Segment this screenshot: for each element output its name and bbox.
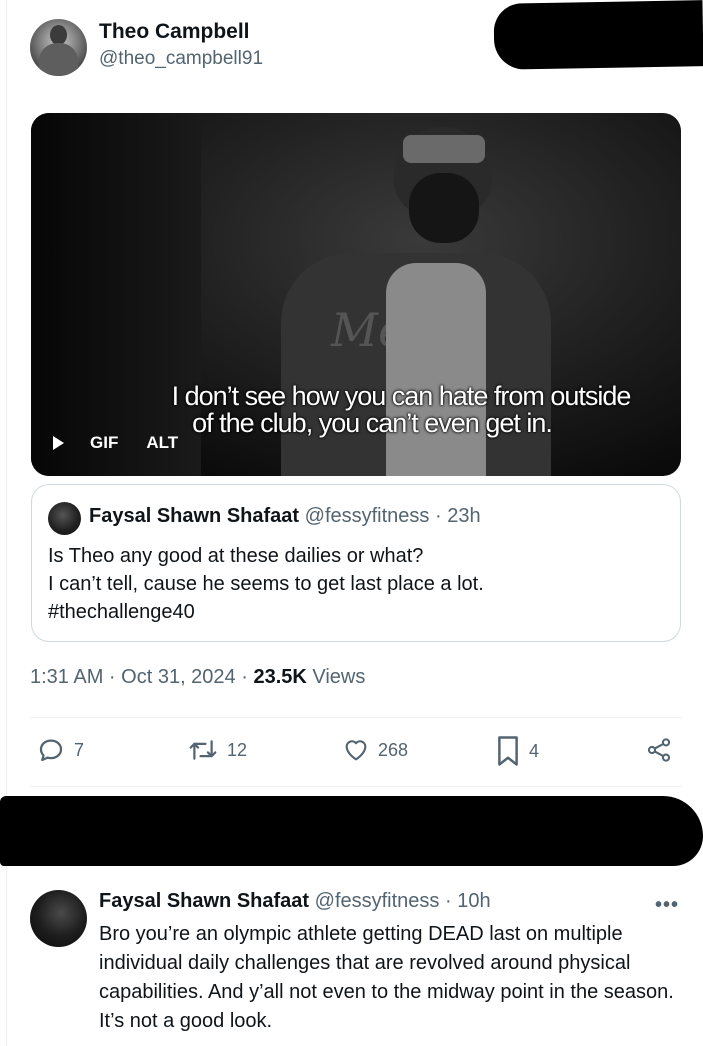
quote-line: Is Theo any good at these dailies or wha…	[48, 545, 424, 567]
media-figure-glasses	[403, 135, 485, 163]
post-timestamp: 1:31 AM · Oct 31, 2024 · 23.5K Views	[30, 666, 365, 689]
reply-header: Faysal Shawn Shafaat @fessyfitness · 10h	[99, 890, 491, 913]
quote-header: Faysal Shawn Shafaat @fessyfitness · 23h	[89, 505, 481, 528]
reply-author-meta[interactable]: @fessyfitness · 10h	[315, 890, 491, 912]
timeline-border	[6, 0, 7, 1046]
redaction-mark	[493, 0, 703, 70]
gif-badge: GIF	[90, 433, 119, 452]
media-figure-face	[409, 173, 479, 243]
views-label: Views	[306, 666, 366, 688]
bookmark-icon	[498, 736, 518, 766]
quote-author-avatar	[48, 502, 81, 535]
media-figure-hoodie	[386, 263, 486, 476]
more-options-icon[interactable]: •••	[655, 894, 679, 917]
author-handle[interactable]: @theo_campbell91	[99, 48, 263, 70]
repost-button[interactable]: 12	[187, 735, 247, 765]
avatar-torso-shape	[39, 43, 78, 76]
gif-controls: GIF ALT	[53, 433, 178, 453]
author-name[interactable]: Theo Campbell	[99, 20, 250, 44]
alt-badge[interactable]: ALT	[146, 433, 178, 453]
quoted-post[interactable]: Faysal Shawn Shafaat @fessyfitness · 23h…	[31, 484, 681, 642]
reply-icon	[39, 739, 63, 762]
repost-count: 12	[227, 739, 248, 760]
redaction-mark	[0, 796, 703, 866]
play-icon[interactable]	[53, 436, 64, 450]
share-button[interactable]	[645, 735, 673, 765]
timestamp-text[interactable]: 1:31 AM · Oct 31, 2024 ·	[30, 666, 253, 688]
avatar-head-shape	[50, 25, 67, 45]
quote-text: Is Theo any good at these dailies or wha…	[48, 542, 484, 626]
author-avatar[interactable]	[30, 19, 87, 76]
share-icon	[647, 738, 671, 762]
heart-icon	[345, 740, 367, 761]
divider	[30, 786, 682, 787]
media-caption-line-1: I don’t see how you can hate from outsid…	[171, 381, 632, 411]
gif-media[interactable]: Mets I don’t see how you can hate from o…	[31, 113, 681, 476]
quote-author-name: Faysal Shawn Shafaat	[89, 505, 300, 527]
reply-count: 7	[74, 739, 85, 760]
divider	[30, 717, 682, 718]
reply-text: Bro you’re an olympic athlete getting DE…	[99, 923, 674, 1032]
reply-author-name[interactable]: Faysal Shawn Shafaat	[99, 890, 309, 912]
reply-author-avatar[interactable]	[30, 890, 87, 947]
bookmark-button[interactable]: 4	[495, 735, 539, 767]
like-button[interactable]: 268	[342, 735, 408, 765]
quote-hashtag[interactable]: #thechallenge40	[48, 598, 484, 626]
reply-button[interactable]: 7	[36, 735, 84, 765]
like-count: 268	[378, 739, 409, 760]
quote-author-meta: @fessyfitness · 23h	[304, 505, 481, 527]
repost-icon	[189, 740, 217, 760]
quote-line: I can’t tell, cause he seems to get last…	[48, 573, 484, 595]
bookmark-count: 4	[529, 740, 540, 761]
views-count: 23.5K	[253, 666, 307, 688]
